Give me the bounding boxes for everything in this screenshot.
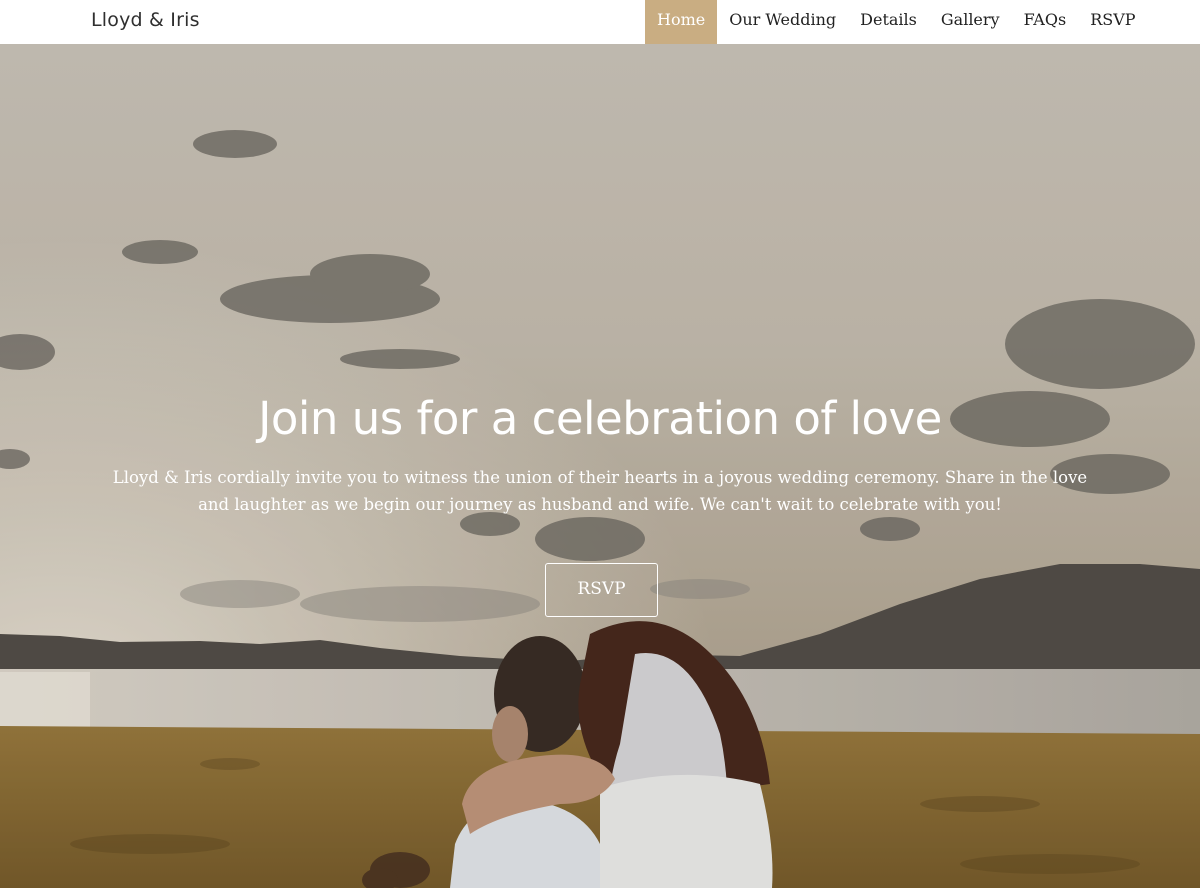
nav-rsvp[interactable]: RSVP <box>1078 0 1147 44</box>
top-navbar: Lloyd & Iris Home Our Wedding Details Ga… <box>0 0 1200 44</box>
hero-section: Join us for a celebration of love Lloyd … <box>0 44 1200 888</box>
rsvp-button[interactable]: RSVP <box>545 563 658 617</box>
hero-description: Lloyd & Iris cordially invite you to wit… <box>112 468 1088 514</box>
nav-home[interactable]: Home <box>645 0 718 44</box>
nav-gallery[interactable]: Gallery <box>929 0 1012 44</box>
site-brand[interactable]: Lloyd & Iris <box>91 0 200 44</box>
hero-title: Join us for a celebration of love <box>258 392 942 445</box>
nav-faqs[interactable]: FAQs <box>1012 0 1079 44</box>
nav-details[interactable]: Details <box>848 0 929 44</box>
nav-our-wedding[interactable]: Our Wedding <box>717 0 848 44</box>
main-nav: Home Our Wedding Details Gallery FAQs RS… <box>645 0 1148 44</box>
